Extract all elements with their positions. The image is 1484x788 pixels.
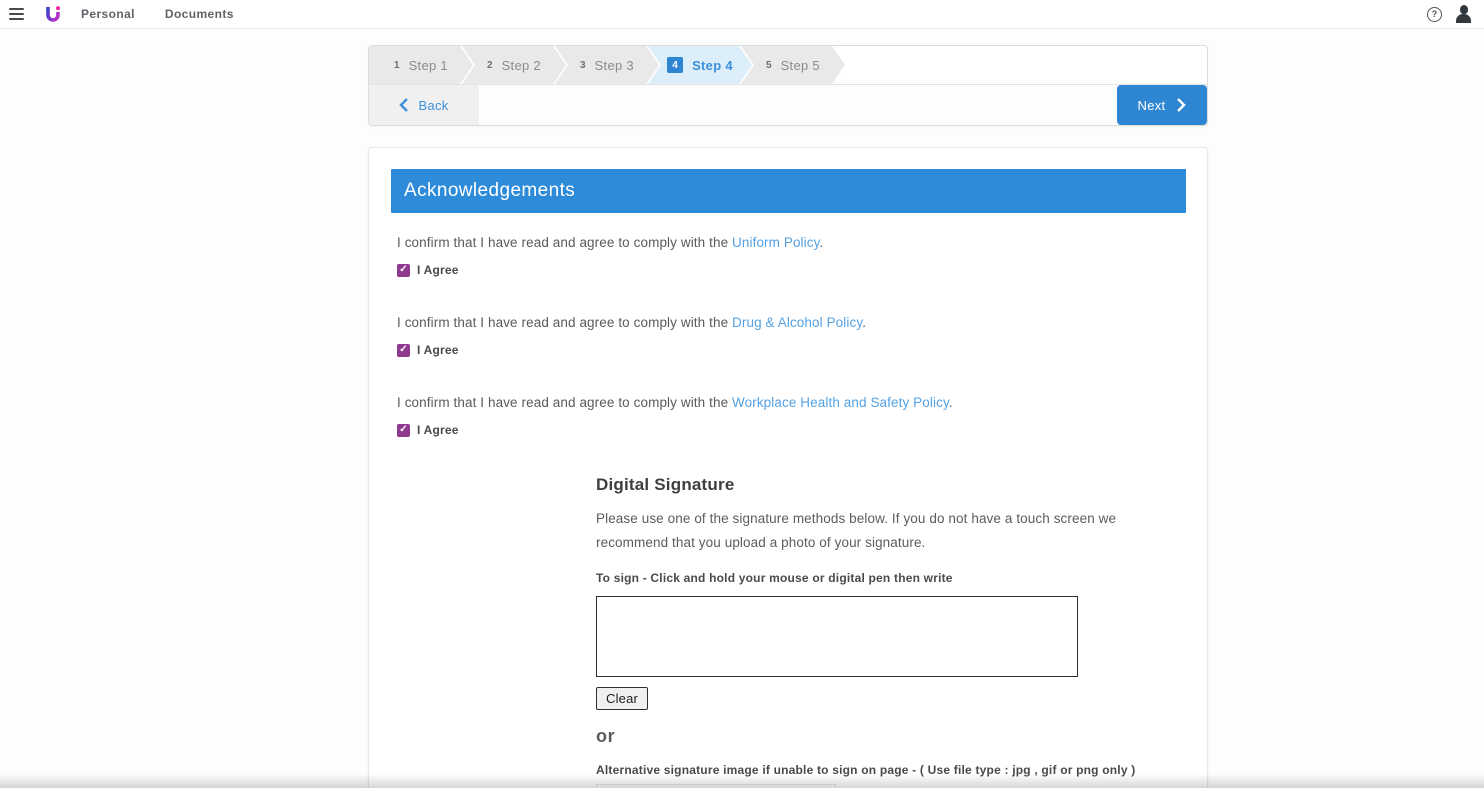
acknowledgement-whs-policy: I confirm that I have read and agree to … bbox=[397, 395, 1207, 437]
signature-description: Please use one of the signature methods … bbox=[596, 507, 1188, 555]
step-number: 1 bbox=[394, 60, 400, 71]
step-label: Step 1 bbox=[409, 58, 448, 73]
acknowledgement-text: I confirm that I have read and agree to … bbox=[397, 395, 1207, 410]
step-number: 3 bbox=[580, 60, 586, 71]
topbar-right: ? bbox=[1427, 5, 1472, 23]
back-button-label: Back bbox=[418, 98, 448, 113]
acknowledgement-uniform-policy: I confirm that I have read and agree to … bbox=[397, 235, 1207, 277]
agree-checkbox[interactable] bbox=[397, 424, 410, 437]
page-title: Acknowledgements bbox=[404, 180, 575, 202]
step-number: 2 bbox=[487, 60, 493, 71]
text-before: I confirm that I have read and agree to … bbox=[397, 315, 732, 330]
drug-alcohol-policy-link[interactable]: Drug & Alcohol Policy bbox=[732, 315, 862, 330]
step-5[interactable]: 5 Step 5 bbox=[741, 46, 845, 84]
chevron-left-icon bbox=[399, 98, 408, 112]
acknowledgement-text: I confirm that I have read and agree to … bbox=[397, 235, 1207, 250]
step-label: Step 2 bbox=[502, 58, 541, 73]
logo-u-icon bbox=[43, 4, 63, 24]
clear-button[interactable]: Clear bbox=[596, 687, 648, 710]
section-header-banner: Acknowledgements bbox=[391, 169, 1186, 213]
text-before: I confirm that I have read and agree to … bbox=[397, 235, 732, 250]
text-after: . bbox=[819, 235, 823, 250]
uniform-policy-link[interactable]: Uniform Policy bbox=[732, 235, 819, 250]
top-bar: Personal Documents ? bbox=[0, 0, 1484, 29]
app-logo[interactable] bbox=[43, 4, 63, 24]
help-icon[interactable]: ? bbox=[1427, 7, 1442, 22]
user-avatar-icon[interactable] bbox=[1455, 5, 1472, 23]
agree-label: I Agree bbox=[417, 263, 459, 277]
steps-bar: 1 Step 1 2 Step 2 3 Step 3 4 Step 4 5 St… bbox=[369, 46, 1207, 85]
acknowledgements-section: I confirm that I have read and agree to … bbox=[397, 235, 1207, 437]
step-number-badge: 4 bbox=[667, 57, 683, 73]
top-nav: Personal Documents bbox=[81, 7, 234, 21]
wizard-card: 1 Step 1 2 Step 2 3 Step 3 4 Step 4 5 St… bbox=[368, 45, 1208, 126]
next-button-label: Next bbox=[1138, 98, 1166, 113]
step-number: 5 bbox=[766, 60, 772, 71]
step-label: Step 4 bbox=[692, 58, 733, 73]
back-button[interactable]: Back bbox=[369, 85, 479, 125]
digital-signature-section: Digital Signature Please use one of the … bbox=[596, 475, 1207, 788]
text-after: . bbox=[949, 395, 953, 410]
whs-policy-link[interactable]: Workplace Health and Safety Policy bbox=[732, 395, 949, 410]
agree-checkbox[interactable] bbox=[397, 264, 410, 277]
acknowledgement-drug-alcohol-policy: I confirm that I have read and agree to … bbox=[397, 315, 1207, 357]
text-before: I confirm that I have read and agree to … bbox=[397, 395, 732, 410]
agree-row: I Agree bbox=[397, 423, 1207, 437]
agree-label: I Agree bbox=[417, 343, 459, 357]
agree-row: I Agree bbox=[397, 343, 1207, 357]
sign-instruction-label: To sign - Click and hold your mouse or d… bbox=[596, 571, 1207, 585]
next-button[interactable]: Next bbox=[1117, 85, 1207, 125]
file-input[interactable]: Choose file No file chosen bbox=[596, 784, 836, 788]
nav-documents[interactable]: Documents bbox=[165, 7, 234, 21]
step-4-active[interactable]: 4 Step 4 bbox=[648, 46, 752, 84]
chevron-right-icon bbox=[1177, 98, 1186, 112]
content-card: Acknowledgements I confirm that I have r… bbox=[368, 147, 1208, 788]
step-1[interactable]: 1 Step 1 bbox=[369, 46, 473, 84]
step-label: Step 5 bbox=[781, 58, 820, 73]
agree-row: I Agree bbox=[397, 263, 1207, 277]
nav-personal[interactable]: Personal bbox=[81, 7, 135, 21]
acknowledgement-text: I confirm that I have read and agree to … bbox=[397, 315, 1207, 330]
agree-checkbox[interactable] bbox=[397, 344, 410, 357]
agree-label: I Agree bbox=[417, 423, 459, 437]
signature-heading: Digital Signature bbox=[596, 475, 1207, 495]
step-label: Step 3 bbox=[595, 58, 634, 73]
or-label: or bbox=[596, 726, 1207, 747]
hamburger-menu-icon[interactable] bbox=[9, 5, 24, 23]
alternative-signature-label: Alternative signature image if unable to… bbox=[596, 763, 1207, 777]
step-3[interactable]: 3 Step 3 bbox=[555, 46, 659, 84]
wizard-nav-row: Back Next bbox=[369, 85, 1207, 125]
signature-pad[interactable] bbox=[596, 596, 1078, 677]
text-after: . bbox=[862, 315, 866, 330]
step-2[interactable]: 2 Step 2 bbox=[462, 46, 566, 84]
